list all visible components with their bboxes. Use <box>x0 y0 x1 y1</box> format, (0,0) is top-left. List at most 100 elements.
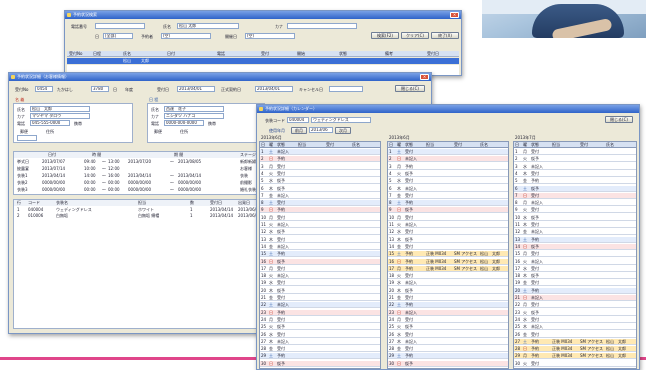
calendar-day-row[interactable]: 3 月予約 <box>388 164 508 170</box>
calendar-day-row[interactable]: 22 土未記入 <box>260 302 380 309</box>
calendar-day-row[interactable]: 16 日予約 正装 M034 SM アクセス 松山 太郎 <box>388 258 508 265</box>
calendar-day-row[interactable]: 20 土予約 <box>514 287 636 294</box>
close-button[interactable]: 閉じる(C) <box>395 85 425 92</box>
calendar-day-row[interactable]: 24 月受付 <box>388 317 508 323</box>
sched-phone-field[interactable]: 0000-000-0000 <box>164 120 204 126</box>
calendar-day-row[interactable]: 27 木未記入 <box>260 339 380 345</box>
calendar-day-row[interactable]: 4 木受付 <box>514 171 636 177</box>
schedule-row[interactable]: 衣装3 0000/00/00 00:00 ～ 00:00 0000/00/00 ～ 0000/… <box>14 187 266 193</box>
calendar-day-row[interactable]: 5 水受付 <box>388 178 508 185</box>
schedule-row[interactable]: 衣装2 0000/00/00 00:00 ～ 00:00 0000/00/00 ～ 0000/… <box>14 180 266 186</box>
calendar-day-row[interactable]: 20 木仮予 <box>260 288 380 294</box>
calendar-day-row[interactable]: 11 火未記入 <box>260 222 380 228</box>
schedule-row[interactable]: 披露宴 2013/07/14 10:00 ～ 12:00 お客様 <box>14 166 266 172</box>
calendar-day-row[interactable]: 30 日仮予 <box>260 360 380 367</box>
item-name-field[interactable]: ウェディングドレス <box>311 117 371 123</box>
calendar-day-row[interactable]: 27 木未記入 <box>388 339 508 345</box>
holder-name-field[interactable]: 松山 太郎 <box>30 106 90 112</box>
calendar-day-row[interactable]: 19 金受付 <box>514 280 636 287</box>
calendar-day-row[interactable]: 28 日予約 正装 M034 SM アクセス 松山 太郎 <box>514 346 636 353</box>
calendar-day-row[interactable]: 17 月受付 <box>260 266 380 272</box>
calendar-day-row[interactable]: 30 火受付 <box>514 361 636 367</box>
calendar-day-row[interactable]: 1 土未記入 <box>260 149 380 155</box>
calendar-day-row[interactable]: 11 木受付 <box>514 222 636 228</box>
holder-kana-field[interactable]: マツヤマ タロウ <box>30 113 90 119</box>
clear-button[interactable]: クリア(C) <box>401 32 429 39</box>
calendar-day-row[interactable]: 12 水仮予 <box>260 229 380 236</box>
day-select[interactable]: [全部] <box>103 33 133 39</box>
item-code-field[interactable]: 040004 <box>287 117 309 123</box>
contract-date-field[interactable]: 2013/04/01 <box>255 86 293 92</box>
calendar-day-row[interactable]: 29 月予約 正装 M034 SM アクセス 松山 太郎 <box>514 353 636 360</box>
calendar-day-row[interactable]: 9 日予約 <box>260 207 380 214</box>
prev-month-button[interactable]: 前月 <box>291 127 307 134</box>
calendar-day-row[interactable]: 10 月受付 <box>260 215 380 221</box>
calendar-day-row[interactable]: 6 土仮予 <box>514 185 636 192</box>
calendar-day-row[interactable]: 5 水仮予 <box>260 178 380 185</box>
calendar-day-row[interactable]: 25 火仮予 <box>388 324 508 331</box>
calendar-day-row[interactable]: 7 日受付 <box>514 192 636 199</box>
calendar-day-row[interactable]: 21 金受付 <box>260 295 380 301</box>
booker-input[interactable]: (空) <box>161 33 211 39</box>
calendar-day-row[interactable]: 5 金予約 <box>514 178 636 185</box>
cancel-date-field[interactable] <box>329 86 363 92</box>
calendar-day-row[interactable]: 20 木仮予 <box>388 288 508 294</box>
calendar-day-row[interactable]: 26 水受付 <box>260 332 380 338</box>
exit-button[interactable]: 終了(X) <box>431 32 459 39</box>
calendar-day-row[interactable]: 1 土受付 <box>388 149 508 155</box>
calendar-day-row[interactable]: 17 月予約 正装 M034 SM アクセス 松山 太郎 <box>388 265 508 272</box>
calendar-day-row[interactable]: 22 月受付 <box>514 302 636 309</box>
calendar-day-row[interactable]: 15 土予約 <box>260 251 380 258</box>
close-icon[interactable]: × <box>450 12 459 18</box>
month-field[interactable]: 2013/06 <box>309 127 333 133</box>
sched-name-field[interactable]: 西達 花子 <box>164 106 224 112</box>
calendar-day-row[interactable]: 12 金未記入 <box>514 229 636 236</box>
name-input[interactable]: 松山 太郎 <box>177 23 239 29</box>
calendar-day-row[interactable]: 29 土予約 <box>260 353 380 360</box>
calendar-day-row[interactable]: 23 日予約 <box>260 309 380 316</box>
sched-kana-field[interactable]: ニシダツ ハナコ <box>164 113 224 119</box>
close-icon[interactable]: × <box>420 74 429 80</box>
calendar-day-row[interactable]: 2 火仮予 <box>514 156 636 163</box>
calendar-day-row[interactable]: 30 日仮予 <box>388 360 508 367</box>
calendar-day-row[interactable]: 8 土受付 <box>260 200 380 207</box>
calendar-day-row[interactable]: 23 日未記入 <box>388 309 508 316</box>
calendar-day-row[interactable]: 2 日未記入 <box>388 156 508 163</box>
calendar-day-row[interactable]: 18 火未記入 <box>260 273 380 280</box>
calendar-day-row[interactable]: 15 月受付 <box>514 251 636 258</box>
calendar-day-row[interactable]: 14 日仮予 <box>514 243 636 250</box>
calendar-day-row[interactable]: 29 土予約 <box>388 353 508 360</box>
date-input[interactable]: (空) <box>245 33 295 39</box>
calendar-day-row[interactable]: 28 金受付 <box>260 346 380 353</box>
calendar-day-row[interactable]: 4 火受付 <box>260 171 380 177</box>
calendar-day-row[interactable]: 23 火仮予 <box>514 310 636 316</box>
phone-input[interactable] <box>95 23 145 29</box>
calendar-day-row[interactable]: 14 金未記入 <box>260 244 380 250</box>
kana-input[interactable] <box>287 23 357 29</box>
received-date-field[interactable]: 2013/04/01 <box>177 86 215 92</box>
calendar-day-row[interactable]: 16 日仮予 <box>260 258 380 265</box>
calendar-day-row[interactable]: 25 火仮予 <box>260 324 380 331</box>
calendar-day-row[interactable]: 24 月受付 <box>260 317 380 323</box>
calendar-day-row[interactable]: 24 水受付 <box>514 317 636 323</box>
calendar-day-row[interactable]: 13 木受付 <box>260 237 380 243</box>
calendar-day-row[interactable]: 4 火仮予 <box>388 171 508 177</box>
next-month-button[interactable]: 次月 <box>335 127 351 134</box>
calendar-day-row[interactable]: 9 火受付 <box>514 207 636 214</box>
schedule-row[interactable]: 挙式日 2013/07/07 09:40 ～ 13:00 2013/07/20 ～ 2013/… <box>14 159 266 165</box>
calendar-day-row[interactable]: 26 水受付 <box>388 332 508 338</box>
calendar-day-row[interactable]: 27 土予約 正装 M034 SM アクセス 松山 太郎 <box>514 338 636 345</box>
calendar-day-row[interactable]: 15 土予約 正装 M034 SM アクセス 松山 太郎 <box>388 251 508 258</box>
calendar-day-row[interactable]: 14 金受付 <box>388 244 508 250</box>
calendar-day-row[interactable]: 18 火受付 <box>388 273 508 280</box>
calendar-day-row[interactable]: 25 木未記入 <box>514 324 636 331</box>
calendar-day-row[interactable]: 26 金受付 <box>514 332 636 338</box>
calendar-day-row[interactable]: 10 月受付 <box>388 215 508 221</box>
calendar-day-row[interactable]: 21 日未記入 <box>514 295 636 301</box>
calendar-day-row[interactable]: 1 月受付 <box>514 149 636 155</box>
schedule-row[interactable]: 衣装1 2013/04/14 14:00 ～ 16:00 2013/04/14 ～ 2013/… <box>14 173 266 179</box>
calendar-day-row[interactable]: 12 水受付 <box>388 229 508 236</box>
calendar-day-row[interactable]: 2 日予約 <box>260 156 380 163</box>
calendar-day-row[interactable]: 3 月受付 <box>260 164 380 170</box>
holder-phone-field[interactable]: 045-555-0000 <box>30 120 70 126</box>
